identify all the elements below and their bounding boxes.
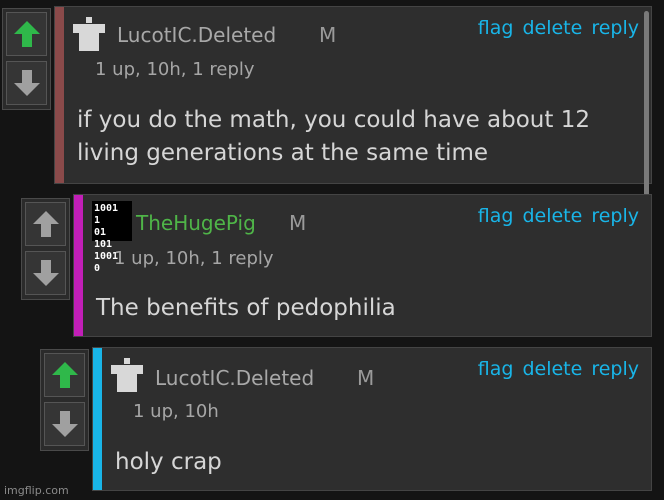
vote-box <box>2 8 51 110</box>
arrow-up-icon <box>51 362 78 388</box>
comment-meta: 1 up, 10h, 1 reply <box>114 248 274 269</box>
comment-meta: 1 up, 10h <box>133 401 219 422</box>
comment-body: The benefits of pedophilia <box>96 292 396 325</box>
comment-meta: 1 up, 10h, 1 reply <box>95 59 255 80</box>
flag-link[interactable]: flag <box>478 358 514 380</box>
delete-link[interactable]: delete <box>522 358 582 380</box>
username-link[interactable]: LucotIC.Deleted <box>155 366 314 390</box>
gender-badge: M <box>319 23 337 47</box>
comment-text-line: holy crap <box>115 449 222 475</box>
downvote-button[interactable] <box>6 61 47 105</box>
arrow-down-icon <box>13 70 40 96</box>
comment: LucotIC.Deleted M flag delete reply 1 up… <box>92 347 652 491</box>
flag-link[interactable]: flag <box>478 17 514 39</box>
upvote-button[interactable] <box>25 202 66 246</box>
comment-accent-bar <box>55 7 64 183</box>
comment-body: if you do the math, you could have about… <box>77 104 590 170</box>
comment-accent-bar <box>93 348 102 490</box>
comment-text-line: if you do the math, you could have about… <box>77 107 590 133</box>
upvote-button[interactable] <box>6 12 47 56</box>
avatar-icon[interactable] <box>73 17 105 53</box>
arrow-up-icon <box>13 21 40 47</box>
username-link[interactable]: LucotIC.Deleted <box>117 23 276 47</box>
watermark: imgflip.com <box>4 484 69 497</box>
avatar-icon[interactable] <box>111 358 143 394</box>
avatar-text-line: 1001 1 <box>94 203 119 226</box>
vote-box <box>40 349 89 451</box>
comment: LucotIC.Deleted M flag delete reply 1 up… <box>54 6 652 236</box>
arrow-down-icon <box>51 411 78 437</box>
comment-text-line: The benefits of pedophilia <box>96 295 396 321</box>
reply-link[interactable]: reply <box>591 358 639 380</box>
gender-badge: M <box>357 366 375 390</box>
delete-link[interactable]: delete <box>522 17 582 39</box>
arrow-up-icon <box>32 211 59 237</box>
downvote-button[interactable] <box>25 251 66 295</box>
comment-accent-bar <box>74 195 83 336</box>
comment-text-line: living generations at the same time <box>77 140 489 166</box>
delete-link[interactable]: delete <box>522 205 582 227</box>
username-link[interactable]: TheHugePig <box>136 211 256 235</box>
upvote-button[interactable] <box>44 353 85 397</box>
downvote-button[interactable] <box>44 402 85 446</box>
arrow-down-icon <box>32 260 59 286</box>
comment-actions: flag delete reply <box>478 17 639 39</box>
comment: 1001 1 01 101 1001 0 TheHugePig M flag d… <box>73 194 652 337</box>
comment-actions: flag delete reply <box>478 205 639 227</box>
reply-link[interactable]: reply <box>591 205 639 227</box>
gender-badge: M <box>289 211 307 235</box>
avatar-binary-icon[interactable]: 1001 1 01 101 1001 0 <box>92 201 132 274</box>
comment-body: holy crap <box>115 446 222 479</box>
flag-link[interactable]: flag <box>478 205 514 227</box>
vote-box <box>21 198 70 300</box>
comment-actions: flag delete reply <box>478 358 639 380</box>
reply-link[interactable]: reply <box>591 17 639 39</box>
